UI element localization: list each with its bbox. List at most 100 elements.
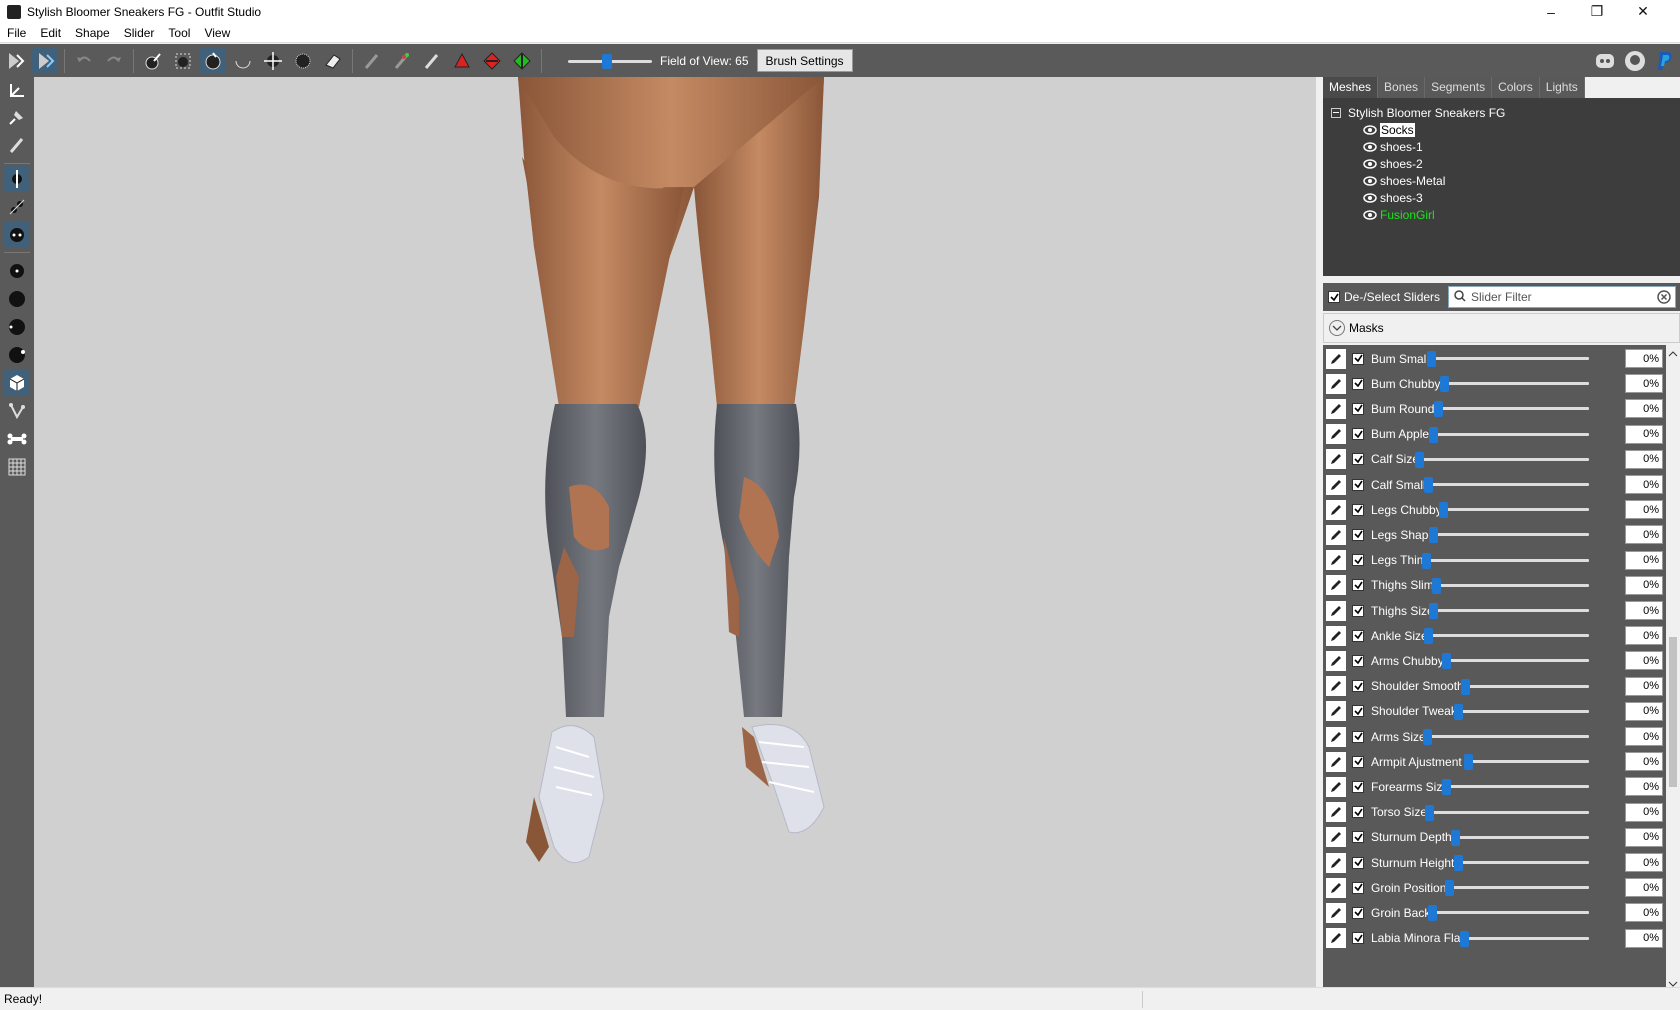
pivot-icon[interactable] [4,104,30,130]
pencil-icon[interactable] [1326,348,1346,369]
slider-value[interactable]: 0% [1625,827,1663,847]
pencil-icon[interactable] [1326,424,1346,445]
menu-slider[interactable]: Slider [117,26,162,40]
slider-value[interactable]: 0% [1625,475,1663,494]
mesh-item[interactable]: shoes-3 [1363,189,1423,206]
slider-thumb[interactable] [1451,829,1460,846]
slider-edit-icon[interactable] [32,47,58,74]
slider-thumb[interactable] [1424,477,1433,493]
menu-view[interactable]: View [197,26,237,40]
pencil-icon[interactable] [1326,373,1346,394]
mesh-item[interactable]: Socks [1363,121,1415,138]
slider-thumb[interactable] [1434,401,1443,418]
outfit-studio-icon[interactable] [2,48,28,74]
tab-meshes[interactable]: Meshes [1323,77,1379,98]
slider-scrollbar[interactable] [1666,345,1680,987]
grid-icon[interactable] [4,454,30,480]
slider-thumb[interactable] [1432,577,1441,594]
pencil-icon[interactable] [1326,398,1346,419]
slider-value[interactable]: 0% [1625,349,1663,368]
inflate-brush-icon[interactable] [200,47,226,74]
slider-value[interactable]: 0% [1625,575,1663,595]
slider-filter-input[interactable]: Slider Filter [1448,286,1676,308]
slider-track[interactable] [1436,583,1589,587]
flip-edge-icon[interactable] [509,48,535,74]
slider-checkbox[interactable] [1352,528,1364,541]
slider-thumb[interactable] [1429,527,1438,544]
slider-checkbox[interactable] [1352,579,1364,592]
slider-track[interactable] [1446,785,1589,789]
pencil-icon[interactable] [1326,625,1346,646]
bone-edit-icon[interactable] [4,398,30,424]
eraser-icon[interactable] [320,48,346,74]
pencil-icon[interactable] [1326,676,1346,697]
pencil-icon[interactable] [1326,650,1346,671]
tab-bones[interactable]: Bones [1378,77,1426,98]
slider-track[interactable] [1464,936,1589,940]
slider-thumb[interactable] [1464,754,1473,771]
pencil-icon[interactable] [1326,449,1346,470]
slider-track[interactable] [1458,709,1589,713]
mirror-z-icon[interactable] [4,222,30,248]
slider-value[interactable]: 0% [1625,525,1663,545]
slider-checkbox[interactable] [1352,554,1364,567]
slider-track[interactable] [1433,432,1589,436]
pencil-icon[interactable] [1326,751,1346,772]
chevron-down-icon[interactable] [1329,320,1345,336]
slider-checkbox[interactable] [1352,780,1364,793]
slider-track[interactable] [1443,508,1589,512]
slider-checkbox[interactable] [1352,654,1364,667]
redo-icon[interactable] [101,48,127,74]
slider-thumb[interactable] [1425,804,1434,821]
pencil-icon[interactable] [1326,726,1346,747]
slider-thumb[interactable] [1440,376,1449,393]
slider-thumb[interactable] [1442,779,1451,796]
deselect-checkbox[interactable] [1328,291,1340,303]
slider-checkbox[interactable] [1352,503,1364,516]
move-brush-icon[interactable] [260,48,286,74]
slider-checkbox[interactable] [1352,604,1364,617]
collapse-icon[interactable] [1331,107,1341,118]
slider-thumb[interactable] [1429,603,1438,619]
slider-value[interactable]: 0% [1625,676,1663,696]
mask-select-icon[interactable] [170,48,196,74]
slider-track[interactable] [1432,911,1589,915]
slider-value[interactable]: 0% [1625,701,1663,721]
slider-thumb[interactable] [1460,930,1469,947]
brush-size-1-icon[interactable] [4,258,30,284]
slider-value[interactable]: 0% [1625,727,1663,746]
weight-brush-icon[interactable] [359,48,385,74]
slider-checkbox[interactable] [1352,730,1364,743]
slider-checkbox[interactable] [1352,881,1364,894]
slider-track[interactable] [1468,760,1589,764]
slider-value[interactable]: 0% [1625,449,1663,469]
slider-checkbox[interactable] [1352,906,1364,919]
pencil-icon[interactable] [1326,827,1346,848]
eye-icon[interactable] [1363,141,1377,152]
slider-thumb[interactable] [1461,678,1470,695]
slider-value[interactable]: 0% [1625,752,1663,772]
vertex-brush-icon[interactable] [449,48,475,74]
pencil-icon[interactable] [1326,550,1346,571]
slider-track[interactable] [1429,810,1589,814]
slider-value[interactable]: 0% [1625,626,1663,646]
pencil-icon[interactable] [1326,499,1346,520]
tab-colors[interactable]: Colors [1492,77,1540,98]
slider-thumb[interactable] [1428,905,1437,922]
deflate-brush-icon[interactable] [230,48,256,74]
mesh-item[interactable]: shoes-2 [1363,155,1423,172]
tab-lights[interactable]: Lights [1540,77,1585,98]
slider-thumb[interactable] [1422,552,1431,569]
mirror-x-icon[interactable] [4,166,30,192]
slider-value[interactable]: 0% [1625,500,1663,520]
pencil-icon[interactable] [1326,802,1346,823]
slider-value[interactable]: 0% [1625,601,1663,620]
brush-settings-button[interactable]: Brush Settings [756,49,853,72]
github-icon[interactable] [1622,48,1648,74]
pencil-icon[interactable] [1326,852,1346,873]
slider-thumb[interactable] [1454,703,1463,720]
mesh-item[interactable]: shoes-1 [1363,138,1423,155]
slider-track[interactable] [1449,886,1589,890]
slider-track[interactable] [1428,634,1589,638]
vertex-edit-icon[interactable] [4,132,30,158]
